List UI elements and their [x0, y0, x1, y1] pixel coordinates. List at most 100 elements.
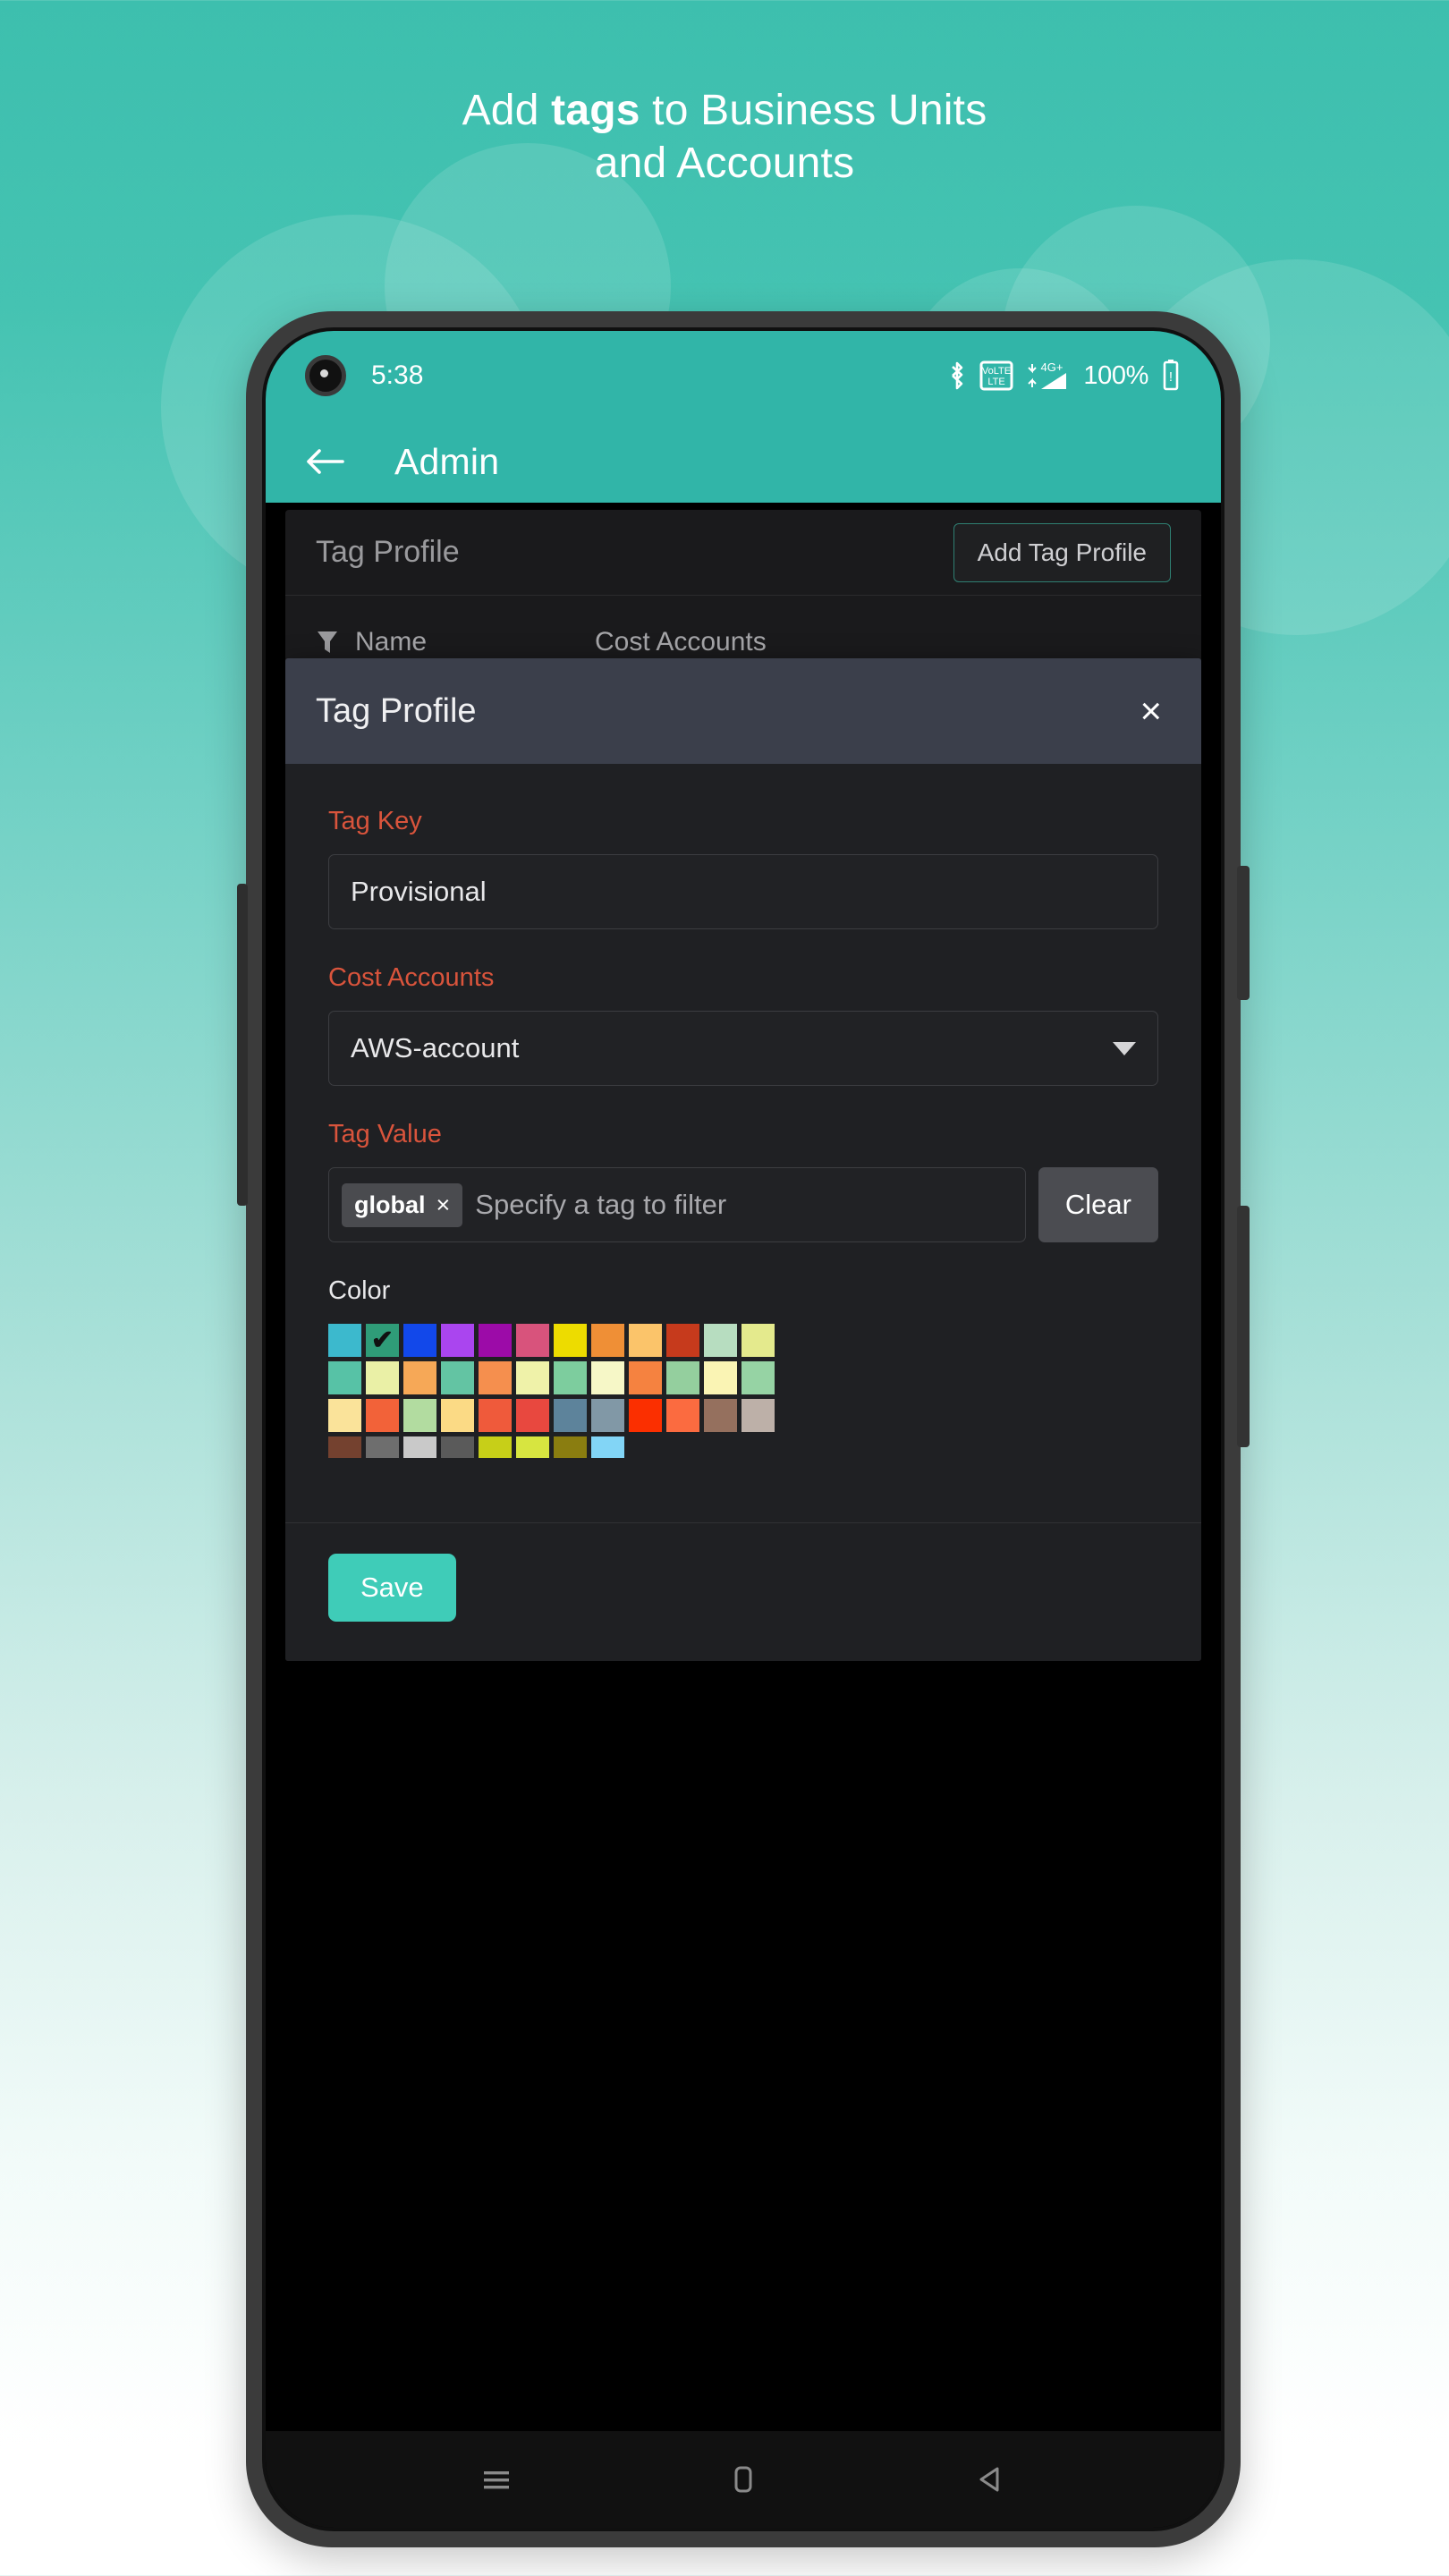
color-swatch[interactable]	[741, 1399, 775, 1432]
color-swatch[interactable]	[629, 1399, 662, 1432]
tag-chip-global[interactable]: global ×	[342, 1182, 463, 1227]
cost-accounts-select[interactable]: AWS-account	[328, 1011, 1158, 1086]
color-swatch[interactable]	[591, 1324, 624, 1357]
tag-profile-dialog: Tag Profile × Tag Key Provisional Cost A…	[285, 658, 1201, 1661]
color-swatch[interactable]	[328, 1399, 361, 1432]
app-bar: Admin	[266, 420, 1221, 503]
color-swatch[interactable]	[704, 1324, 737, 1357]
column-header-name[interactable]: Name	[355, 627, 579, 657]
color-swatch[interactable]	[516, 1361, 549, 1394]
color-swatch[interactable]	[516, 1399, 549, 1432]
tag-value-input[interactable]: global × Specify a tag to filter	[328, 1167, 1026, 1242]
color-swatch[interactable]	[403, 1399, 436, 1432]
status-icons: VoLTE LTE 4G+ 100% !	[946, 359, 1182, 393]
color-swatch[interactable]	[704, 1361, 737, 1394]
save-button[interactable]: Save	[328, 1554, 456, 1622]
promo-headline: Add tags to Business Units and Accounts	[0, 85, 1449, 190]
color-swatch[interactable]	[741, 1361, 775, 1394]
color-swatch[interactable]	[479, 1399, 512, 1432]
tag-key-value: Provisional	[351, 876, 487, 907]
color-swatch[interactable]	[666, 1361, 699, 1394]
color-swatch[interactable]: ✔	[366, 1324, 399, 1357]
color-swatch[interactable]	[629, 1361, 662, 1394]
color-swatch[interactable]	[366, 1361, 399, 1394]
phone-left-button[interactable]	[237, 884, 248, 1206]
cost-accounts-label: Cost Accounts	[328, 963, 495, 992]
android-nav-bar	[266, 2431, 1221, 2528]
color-swatch[interactable]	[554, 1324, 587, 1357]
color-swatch[interactable]	[441, 1436, 474, 1458]
tag-profile-list-title: Tag Profile	[316, 535, 460, 569]
svg-text:LTE: LTE	[988, 377, 1005, 387]
back-arrow-icon[interactable]	[303, 444, 346, 479]
tag-key-input[interactable]: Provisional	[328, 854, 1158, 929]
close-icon[interactable]: ×	[1131, 687, 1171, 735]
color-swatch[interactable]	[441, 1399, 474, 1432]
color-swatch[interactable]	[704, 1399, 737, 1432]
headline-line-2: and Accounts	[594, 139, 855, 187]
color-swatch[interactable]	[328, 1324, 361, 1357]
tag-chip-remove-icon[interactable]: ×	[436, 1191, 451, 1219]
dialog-body: Tag Key Provisional Cost Accounts AWS-ac…	[285, 764, 1201, 1522]
color-swatch[interactable]	[591, 1361, 624, 1394]
headline-text-bold: tags	[551, 87, 640, 134]
color-swatch[interactable]	[591, 1436, 624, 1458]
color-swatch[interactable]	[403, 1361, 436, 1394]
tag-value-placeholder: Specify a tag to filter	[475, 1189, 727, 1220]
color-swatch[interactable]	[479, 1361, 512, 1394]
field-tag-value: Tag Value global × Specify a tag to filt…	[328, 1120, 1158, 1242]
color-swatch[interactable]	[554, 1436, 587, 1458]
check-icon: ✔	[370, 1325, 394, 1355]
recents-icon[interactable]	[477, 2460, 516, 2499]
color-swatch[interactable]	[366, 1399, 399, 1432]
color-swatch[interactable]	[516, 1324, 549, 1357]
color-swatch-row: ✔	[328, 1324, 1158, 1357]
color-swatch[interactable]	[366, 1436, 399, 1458]
svg-text:!: !	[1169, 369, 1173, 385]
bluetooth-icon	[952, 361, 963, 390]
color-swatch[interactable]	[629, 1324, 662, 1357]
color-swatch[interactable]	[441, 1361, 474, 1394]
color-swatch[interactable]	[441, 1324, 474, 1357]
headline-text-after: to Business Units	[640, 87, 987, 134]
status-bar: 5:38 VoLTE LTE 4G+ 100% !	[266, 331, 1221, 420]
color-label: Color	[328, 1276, 391, 1305]
home-icon[interactable]	[724, 2460, 763, 2499]
color-swatch[interactable]	[591, 1399, 624, 1432]
tag-value-row: global × Specify a tag to filter Clear	[328, 1167, 1158, 1242]
color-swatch[interactable]	[479, 1324, 512, 1357]
chevron-down-icon	[1113, 1041, 1136, 1055]
color-swatch[interactable]	[666, 1399, 699, 1432]
color-swatch[interactable]	[403, 1436, 436, 1458]
battery-percent: 100%	[1083, 360, 1148, 390]
filter-icon[interactable]	[316, 629, 339, 656]
front-camera-icon	[305, 355, 346, 396]
headline-line-1: Add tags to Business Units	[462, 87, 987, 134]
add-tag-profile-button[interactable]: Add Tag Profile	[953, 522, 1171, 582]
svg-text:4G+: 4G+	[1041, 360, 1063, 374]
color-swatch[interactable]	[479, 1436, 512, 1458]
color-swatch-row	[328, 1436, 1158, 1458]
color-swatch[interactable]	[328, 1361, 361, 1394]
column-header-cost-accounts[interactable]: Cost Accounts	[595, 627, 767, 657]
dialog-footer: Save	[285, 1522, 1201, 1661]
color-swatch[interactable]	[328, 1436, 361, 1458]
battery-icon: !	[1163, 360, 1179, 391]
phone-power-button[interactable]	[1237, 1206, 1250, 1447]
color-swatch[interactable]	[516, 1436, 549, 1458]
field-cost-accounts: Cost Accounts AWS-account	[328, 963, 1158, 1086]
clear-button[interactable]: Clear	[1038, 1167, 1158, 1242]
back-icon[interactable]	[970, 2460, 1010, 2499]
color-swatch[interactable]	[666, 1324, 699, 1357]
color-swatch[interactable]	[554, 1361, 587, 1394]
color-swatch-row	[328, 1399, 1158, 1432]
svg-text:VoLTE: VoLTE	[982, 366, 1011, 377]
field-tag-key: Tag Key Provisional	[328, 807, 1158, 929]
phone-volume-button[interactable]	[1237, 866, 1250, 1000]
signal-4g-plus-icon: 4G+	[1028, 360, 1067, 389]
color-swatch[interactable]	[741, 1324, 775, 1357]
color-swatch-row	[328, 1361, 1158, 1394]
color-swatch[interactable]	[554, 1399, 587, 1432]
headline-text-before: Add	[462, 87, 552, 134]
color-swatch[interactable]	[403, 1324, 436, 1357]
